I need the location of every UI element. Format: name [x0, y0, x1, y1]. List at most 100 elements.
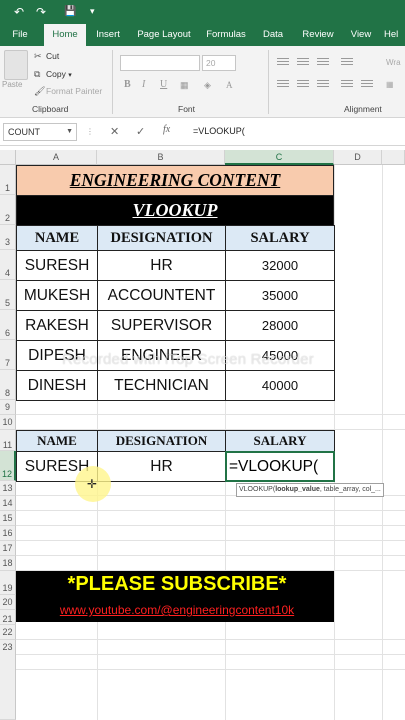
- chevron-down-icon[interactable]: ▼: [66, 124, 73, 140]
- tab-page-layout[interactable]: Page Layout: [134, 24, 194, 46]
- borders-icon[interactable]: ▦: [180, 80, 189, 91]
- table-cell-name[interactable]: DINESH: [16, 370, 98, 401]
- active-cell-editor[interactable]: =VLOOKUP(: [225, 451, 335, 482]
- decrease-indent-icon[interactable]: [341, 80, 353, 89]
- tooltip-function: VLOOKUP(: [239, 486, 276, 493]
- align-center-icon[interactable]: [297, 80, 309, 89]
- row-header-22[interactable]: 22: [0, 625, 16, 640]
- table-header-designation[interactable]: DESIGNATION: [97, 225, 226, 251]
- row-header-6[interactable]: 6: [0, 310, 16, 340]
- customize-quick-access-icon[interactable]: ▾: [90, 3, 95, 21]
- row-header-7[interactable]: 7: [0, 340, 16, 370]
- table-cell-name[interactable]: RAKESH: [16, 310, 98, 341]
- sheet-title[interactable]: ENGINEERING CONTENT: [16, 165, 334, 196]
- table-cell-name[interactable]: SURESH: [16, 250, 98, 281]
- tab-help[interactable]: Hel: [384, 24, 405, 46]
- tab-home[interactable]: Home: [44, 24, 86, 46]
- lookup-cell-designation[interactable]: HR: [97, 451, 226, 482]
- paste-label: Paste: [2, 80, 23, 89]
- merge-center-icon[interactable]: ▦: [386, 80, 394, 89]
- align-left-icon[interactable]: [277, 80, 289, 89]
- align-bottom-icon[interactable]: [317, 58, 329, 67]
- lookup-header-salary[interactable]: SALARY: [225, 430, 335, 452]
- column-header-c[interactable]: C: [225, 150, 334, 165]
- font-color-icon[interactable]: A: [226, 80, 233, 90]
- lookup-header-designation[interactable]: DESIGNATION: [97, 430, 226, 452]
- cut-button[interactable]: ✂ Cut: [34, 51, 59, 62]
- row-header-8[interactable]: 8: [0, 370, 16, 400]
- align-middle-icon[interactable]: [297, 58, 309, 67]
- row-header-16[interactable]: 16: [0, 526, 16, 541]
- tab-data[interactable]: Data: [258, 24, 288, 46]
- row-header-17[interactable]: 17: [0, 541, 16, 556]
- table-cell-salary[interactable]: 35000: [225, 280, 335, 311]
- row-header-15[interactable]: 15: [0, 511, 16, 526]
- font-name-box[interactable]: [120, 55, 200, 71]
- column-header-d[interactable]: D: [334, 150, 382, 165]
- undo-icon[interactable]: ↶: [14, 3, 24, 21]
- align-top-icon[interactable]: [277, 58, 289, 67]
- table-cell-salary[interactable]: 28000: [225, 310, 335, 341]
- row-header-2[interactable]: 2: [0, 195, 16, 225]
- name-box[interactable]: COUNT ▼: [3, 123, 77, 141]
- tab-insert[interactable]: Insert: [90, 24, 126, 46]
- align-right-icon[interactable]: [317, 80, 329, 89]
- tab-formulas[interactable]: Formulas: [201, 24, 251, 46]
- row-header-5[interactable]: 5: [0, 280, 16, 310]
- table-cell-salary[interactable]: 40000: [225, 370, 335, 401]
- row-header-14[interactable]: 14: [0, 496, 16, 511]
- bold-button[interactable]: B: [124, 79, 131, 90]
- table-header-salary[interactable]: SALARY: [225, 225, 335, 251]
- select-all-corner[interactable]: [0, 150, 16, 165]
- format-painter-button[interactable]: 🖌Format Painter: [34, 86, 102, 97]
- orientation-icon[interactable]: [341, 58, 353, 67]
- row-header-19[interactable]: 19: [0, 571, 16, 595]
- row-header-11[interactable]: 11: [0, 430, 16, 451]
- row-header-4[interactable]: 4: [0, 250, 16, 280]
- increase-indent-icon[interactable]: [361, 80, 373, 89]
- italic-button[interactable]: I: [142, 79, 145, 90]
- cancel-icon[interactable]: ✕: [110, 125, 119, 138]
- table-cell-designation[interactable]: ACCOUNTENT: [97, 280, 226, 311]
- table-cell-designation[interactable]: HR: [97, 250, 226, 281]
- row-header-9[interactable]: 9: [0, 400, 16, 415]
- save-icon[interactable]: 💾: [64, 3, 76, 21]
- enter-icon[interactable]: ✓: [136, 125, 145, 138]
- function-tooltip[interactable]: VLOOKUP(lookup_value, table_array, col_.…: [236, 483, 384, 497]
- copy-button[interactable]: ⧉ Copy ▾: [34, 69, 72, 80]
- worksheet-grid[interactable]: A B C D 1 2 3 4 5 6 7 8 9 10 11 12 13 14…: [0, 150, 405, 720]
- table-cell-name[interactable]: MUKESH: [16, 280, 98, 311]
- table-header-name[interactable]: NAME: [16, 225, 98, 251]
- insert-function-icon[interactable]: fx: [163, 124, 170, 135]
- row-header-21[interactable]: 21: [0, 610, 16, 625]
- fill-color-icon[interactable]: ◈: [204, 80, 211, 91]
- paste-button[interactable]: [4, 50, 28, 80]
- column-header-b[interactable]: B: [97, 150, 225, 165]
- column-header-e[interactable]: [382, 150, 405, 165]
- row-header-1[interactable]: 1: [0, 165, 16, 195]
- row-header-13[interactable]: 13: [0, 481, 16, 496]
- row-header-18[interactable]: 18: [0, 556, 16, 571]
- row-header-20[interactable]: 20: [0, 595, 16, 610]
- font-size-box[interactable]: 20: [202, 55, 236, 71]
- column-header-a[interactable]: A: [16, 150, 97, 165]
- table-cell-designation[interactable]: SUPERVISOR: [97, 310, 226, 341]
- tab-file[interactable]: File: [4, 24, 36, 46]
- table-cell-designation[interactable]: TECHNICIAN: [97, 370, 226, 401]
- tab-review[interactable]: Review: [297, 24, 339, 46]
- row-header-3[interactable]: 3: [0, 225, 16, 250]
- youtube-link[interactable]: www.youtube.com/@engineeringcontent10k: [20, 603, 334, 617]
- recorder-watermark: Recorded with iTop Screen Recorder: [62, 351, 314, 368]
- sheet-subtitle[interactable]: VLOOKUP: [16, 195, 334, 226]
- lookup-header-name[interactable]: NAME: [16, 430, 98, 452]
- row-header-23[interactable]: 23: [0, 640, 16, 720]
- redo-icon[interactable]: ↷: [36, 3, 46, 21]
- row-header-10[interactable]: 10: [0, 415, 16, 430]
- underline-button[interactable]: U: [160, 79, 167, 90]
- tab-view[interactable]: View: [345, 24, 377, 46]
- wrap-text-button[interactable]: Wra: [386, 58, 401, 67]
- table-cell-salary[interactable]: 32000: [225, 250, 335, 281]
- row-header-12[interactable]: 12: [0, 451, 16, 481]
- formula-input[interactable]: =VLOOKUP(: [193, 126, 245, 136]
- gridline: [16, 540, 405, 541]
